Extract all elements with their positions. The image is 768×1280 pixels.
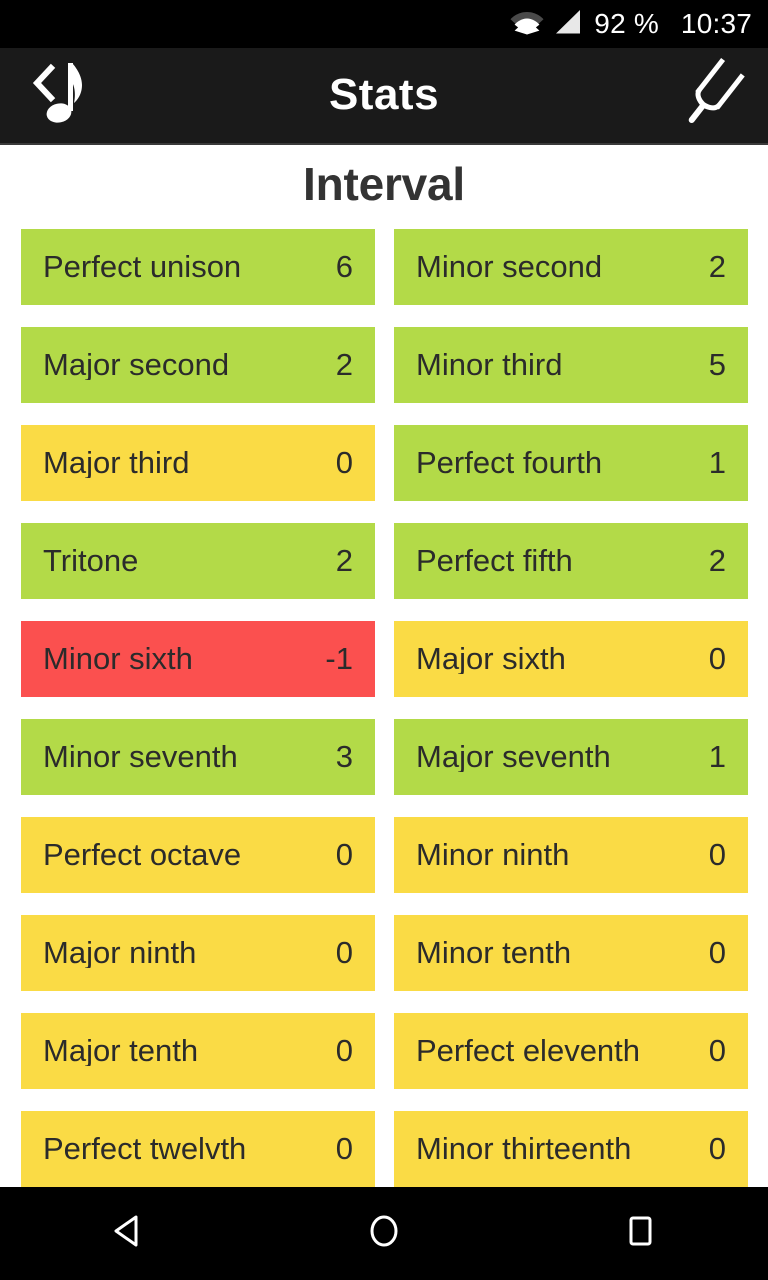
content-area: Interval Perfect unison 6 Minor second 2 Maj… — [0, 145, 768, 1187]
nav-home-button[interactable] — [324, 1187, 444, 1280]
phone-screen: 92 % 10:37 Stats Interval Perfect unison… — [0, 0, 768, 1280]
interval-card[interactable]: Major seventh 1 — [394, 718, 748, 795]
interval-card[interactable]: Minor ninth 0 — [394, 816, 748, 893]
interval-card[interactable]: Minor third 5 — [394, 326, 748, 403]
interval-card[interactable]: Major second 2 — [21, 326, 375, 403]
interval-label: Perfect fourth — [416, 447, 603, 479]
interval-value: 2 — [335, 347, 353, 383]
interval-card[interactable]: Perfect fifth 2 — [394, 522, 748, 599]
interval-label: Minor sixth — [43, 643, 193, 675]
tuning-fork-icon — [672, 54, 752, 139]
page-title: Stats — [328, 69, 440, 119]
interval-card[interactable]: Minor second 2 — [394, 228, 748, 305]
wifi-icon — [510, 9, 544, 40]
interval-label: Major second — [43, 349, 230, 381]
interval-label: Perfect eleventh — [416, 1035, 641, 1067]
interval-value: 6 — [335, 249, 353, 285]
interval-value: 5 — [708, 347, 726, 383]
interval-card[interactable]: Minor thirteenth 0 — [394, 1110, 748, 1187]
nav-home-circle-icon — [364, 1211, 404, 1256]
app-bar: Stats — [0, 48, 768, 145]
interval-card[interactable]: Perfect fourth 1 — [394, 424, 748, 501]
interval-value: 0 — [335, 837, 353, 873]
tuner-button[interactable] — [656, 48, 768, 145]
signal-icon — [554, 9, 582, 40]
nav-back-button[interactable] — [68, 1187, 188, 1280]
interval-label: Perfect twelvth — [43, 1133, 247, 1165]
back-button[interactable] — [0, 48, 112, 145]
interval-value: 2 — [335, 543, 353, 579]
android-nav-bar — [0, 1187, 768, 1280]
interval-card[interactable]: Minor tenth 0 — [394, 914, 748, 991]
interval-value: 0 — [335, 935, 353, 971]
interval-label: Tritone — [43, 545, 139, 577]
interval-value: 0 — [708, 837, 726, 873]
interval-label: Major third — [43, 447, 190, 479]
interval-value: 0 — [335, 1131, 353, 1167]
nav-back-triangle-icon — [108, 1211, 148, 1256]
interval-label: Major sixth — [416, 643, 566, 675]
interval-label: Major ninth — [43, 937, 197, 969]
interval-label: Minor second — [416, 251, 603, 283]
interval-label: Major tenth — [43, 1035, 199, 1067]
status-icons: 92 % 10:37 — [510, 9, 752, 40]
interval-card[interactable]: Tritone 2 — [21, 522, 375, 599]
interval-value: -1 — [325, 641, 353, 677]
interval-card[interactable]: Perfect twelvth 0 — [21, 1110, 375, 1187]
battery-percentage: 92 % — [594, 8, 659, 39]
interval-value: 3 — [335, 739, 353, 775]
interval-value: 0 — [335, 1033, 353, 1069]
interval-card[interactable]: Major third 0 — [21, 424, 375, 501]
interval-value: 1 — [708, 445, 726, 481]
interval-card[interactable]: Major ninth 0 — [21, 914, 375, 991]
interval-label: Major seventh — [416, 741, 611, 773]
interval-label: Minor tenth — [416, 937, 572, 969]
section-title: Interval — [302, 158, 466, 210]
interval-card[interactable]: Major sixth 0 — [394, 620, 748, 697]
interval-value: 0 — [708, 641, 726, 677]
interval-value: 0 — [335, 445, 353, 481]
back-music-note-icon — [20, 59, 92, 134]
interval-card[interactable]: Perfect unison 6 — [21, 228, 375, 305]
interval-value: 0 — [708, 1033, 726, 1069]
interval-label: Minor thirteenth — [416, 1133, 632, 1165]
interval-card[interactable]: Perfect octave 0 — [21, 816, 375, 893]
nav-recents-button[interactable] — [580, 1187, 700, 1280]
interval-label: Perfect fifth — [416, 545, 573, 577]
interval-card[interactable]: Minor sixth -1 — [21, 620, 375, 697]
interval-label: Minor seventh — [43, 741, 238, 773]
interval-card[interactable]: Major tenth 0 — [21, 1012, 375, 1089]
interval-label: Perfect octave — [43, 839, 242, 871]
interval-value: 0 — [708, 1131, 726, 1167]
interval-label: Minor ninth — [416, 839, 570, 871]
status-bar: 92 % 10:37 — [0, 0, 768, 48]
interval-value: 2 — [708, 249, 726, 285]
interval-card[interactable]: Perfect eleventh 0 — [394, 1012, 748, 1089]
nav-recents-square-icon — [620, 1211, 660, 1256]
interval-value: 0 — [708, 935, 726, 971]
interval-label: Minor third — [416, 349, 563, 381]
interval-stats-grid: Perfect unison 6 Minor second 2 Major second… — [0, 228, 768, 1187]
status-clock: 10:37 — [680, 8, 752, 39]
interval-card[interactable]: Minor seventh 3 — [21, 718, 375, 795]
interval-value: 2 — [708, 543, 726, 579]
interval-value: 1 — [708, 739, 726, 775]
interval-label: Perfect unison — [43, 251, 242, 283]
